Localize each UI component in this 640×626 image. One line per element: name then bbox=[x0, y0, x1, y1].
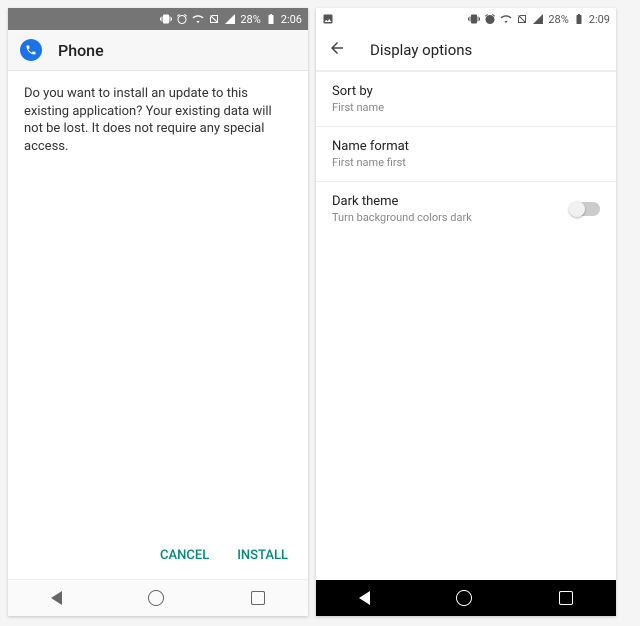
right-screenshot: 28% 2:09 Display options Sort by First n… bbox=[316, 8, 616, 616]
nav-recent-icon[interactable] bbox=[251, 591, 265, 605]
dark-theme-toggle[interactable] bbox=[570, 202, 600, 216]
alarm-icon bbox=[484, 13, 496, 25]
status-bar: 28% 2:09 bbox=[316, 8, 616, 30]
no-sim-icon bbox=[516, 13, 528, 25]
install-message: Do you want to install an update to this… bbox=[8, 71, 308, 536]
clock: 2:09 bbox=[589, 13, 610, 26]
setting-title: Sort by bbox=[332, 84, 600, 99]
nav-recent-icon[interactable] bbox=[559, 591, 573, 605]
left-screenshot: 28% 2:06 Phone Do you want to install an… bbox=[8, 8, 308, 616]
clock: 2:06 bbox=[281, 13, 302, 26]
image-icon bbox=[322, 13, 334, 25]
setting-subtitle: Turn background colors dark bbox=[332, 211, 570, 224]
nav-bar bbox=[316, 580, 616, 616]
back-icon[interactable] bbox=[328, 39, 346, 61]
app-bar: Display options bbox=[316, 30, 616, 71]
no-sim-icon bbox=[208, 13, 220, 25]
nav-bar bbox=[8, 579, 308, 616]
settings-list: Sort by First name Name format First nam… bbox=[316, 71, 616, 580]
setting-title: Dark theme bbox=[332, 194, 570, 209]
setting-subtitle: First name first bbox=[332, 156, 600, 169]
battery-icon bbox=[573, 13, 585, 25]
setting-subtitle: First name bbox=[332, 101, 600, 114]
cancel-button[interactable]: CANCEL bbox=[160, 548, 209, 563]
battery-icon bbox=[265, 13, 277, 25]
wifi-icon bbox=[192, 13, 204, 25]
wifi-icon bbox=[500, 13, 512, 25]
vibrate-icon bbox=[468, 13, 480, 25]
nav-home-icon[interactable] bbox=[456, 590, 472, 606]
cell-icon bbox=[224, 13, 236, 25]
phone-app-icon bbox=[20, 39, 42, 61]
alarm-icon bbox=[176, 13, 188, 25]
screen-title: Display options bbox=[370, 41, 472, 59]
nav-back-icon[interactable] bbox=[359, 591, 370, 605]
sort-by-item[interactable]: Sort by First name bbox=[316, 72, 616, 126]
nav-back-icon[interactable] bbox=[51, 591, 62, 605]
vibrate-icon bbox=[160, 13, 172, 25]
nav-home-icon[interactable] bbox=[148, 590, 164, 606]
cell-icon bbox=[532, 13, 544, 25]
dark-theme-item[interactable]: Dark theme Turn background colors dark bbox=[316, 182, 616, 236]
status-bar: 28% 2:06 bbox=[8, 8, 308, 30]
install-actions: CANCEL INSTALL bbox=[8, 536, 308, 579]
battery-pct: 28% bbox=[240, 13, 260, 26]
name-format-item[interactable]: Name format First name first bbox=[316, 127, 616, 181]
app-title: Phone bbox=[58, 41, 104, 60]
install-button[interactable]: INSTALL bbox=[237, 548, 288, 563]
setting-title: Name format bbox=[332, 139, 600, 154]
install-dialog-header: Phone bbox=[8, 30, 308, 71]
battery-pct: 28% bbox=[548, 13, 568, 26]
